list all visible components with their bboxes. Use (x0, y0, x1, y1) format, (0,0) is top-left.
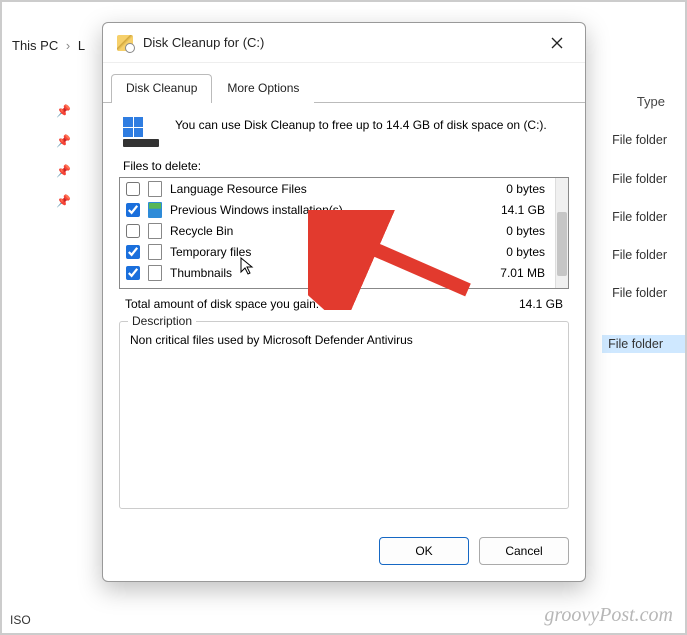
file-size: 0 bytes (469, 224, 549, 238)
total-label: Total amount of disk space you gain: (125, 297, 319, 311)
file-size: 7.01 MB (469, 266, 549, 280)
type-cell: File folder (612, 172, 667, 186)
list-item[interactable]: Temporary files 0 bytes (120, 241, 555, 262)
file-name: Language Resource Files (170, 182, 461, 196)
pin-icon: 📌 (56, 134, 71, 148)
pin-icon: 📌 (56, 164, 71, 178)
windows-icon (148, 202, 162, 218)
file-size: 0 bytes (469, 245, 549, 259)
list-item[interactable]: Previous Windows installation(s) 14.1 GB (120, 199, 555, 220)
file-checkbox[interactable] (126, 203, 140, 217)
file-name: Recycle Bin (170, 224, 461, 238)
breadcrumb: This PC › L (12, 38, 85, 53)
scrollbar[interactable] (555, 178, 568, 288)
file-checkbox[interactable] (126, 266, 140, 280)
close-icon (551, 37, 563, 49)
drive-icon (123, 117, 159, 147)
type-cell: File folder (602, 335, 685, 353)
tab-disk-cleanup[interactable]: Disk Cleanup (111, 74, 212, 103)
dialog-title: Disk Cleanup for (C:) (143, 35, 537, 50)
description-legend: Description (128, 314, 196, 328)
list-item[interactable]: Recycle Bin 0 bytes (120, 220, 555, 241)
type-cell: File folder (612, 210, 667, 224)
files-to-delete-list: Language Resource Files 0 bytes Previous… (119, 177, 569, 289)
chevron-right-icon: › (66, 38, 70, 53)
scrollbar-thumb[interactable] (557, 212, 567, 276)
ok-button[interactable]: OK (379, 537, 469, 565)
intro-text: You can use Disk Cleanup to free up to 1… (175, 117, 547, 147)
file-icon (148, 244, 162, 260)
pin-icon: 📌 (56, 194, 71, 208)
tab-strip: Disk Cleanup More Options (103, 63, 585, 103)
disk-cleanup-dialog: Disk Cleanup for (C:) Disk Cleanup More … (102, 22, 586, 582)
file-checkbox[interactable] (126, 245, 140, 259)
close-button[interactable] (537, 28, 577, 58)
type-cell: File folder (612, 286, 667, 300)
tab-more-options[interactable]: More Options (212, 74, 314, 103)
dialog-body: You can use Disk Cleanup to free up to 1… (103, 103, 585, 523)
description-group: Description Non critical files used by M… (119, 321, 569, 509)
column-header-type[interactable]: Type (637, 94, 665, 109)
watermark: groovyPost.com (544, 604, 673, 627)
file-size: 0 bytes (469, 182, 549, 196)
type-cell: File folder (612, 248, 667, 262)
file-icon (148, 223, 162, 239)
type-cell: File folder (612, 133, 667, 147)
button-bar: OK Cancel (103, 523, 585, 581)
files-to-delete-label: Files to delete: (123, 159, 565, 173)
file-checkbox[interactable] (126, 224, 140, 238)
breadcrumb-child[interactable]: L (78, 38, 85, 53)
description-text: Non critical files used by Microsoft Def… (130, 332, 558, 349)
file-name: Temporary files (170, 245, 461, 259)
list-item[interactable]: Thumbnails 7.01 MB (120, 262, 555, 283)
file-size: 14.1 GB (469, 203, 549, 217)
file-name: Thumbnails (170, 266, 461, 280)
disk-cleanup-icon (117, 35, 133, 51)
pin-icon: 📌 (56, 104, 71, 118)
cancel-button[interactable]: Cancel (479, 537, 569, 565)
list-item[interactable]: Language Resource Files 0 bytes (120, 178, 555, 199)
total-value: 14.1 GB (519, 297, 563, 311)
intro-row: You can use Disk Cleanup to free up to 1… (119, 113, 569, 157)
titlebar: Disk Cleanup for (C:) (103, 23, 585, 63)
iso-label: ISO (10, 613, 31, 627)
file-checkbox[interactable] (126, 182, 140, 196)
breadcrumb-root[interactable]: This PC (12, 38, 58, 53)
file-icon (148, 265, 162, 281)
file-name: Previous Windows installation(s) (170, 203, 461, 217)
file-icon (148, 181, 162, 197)
